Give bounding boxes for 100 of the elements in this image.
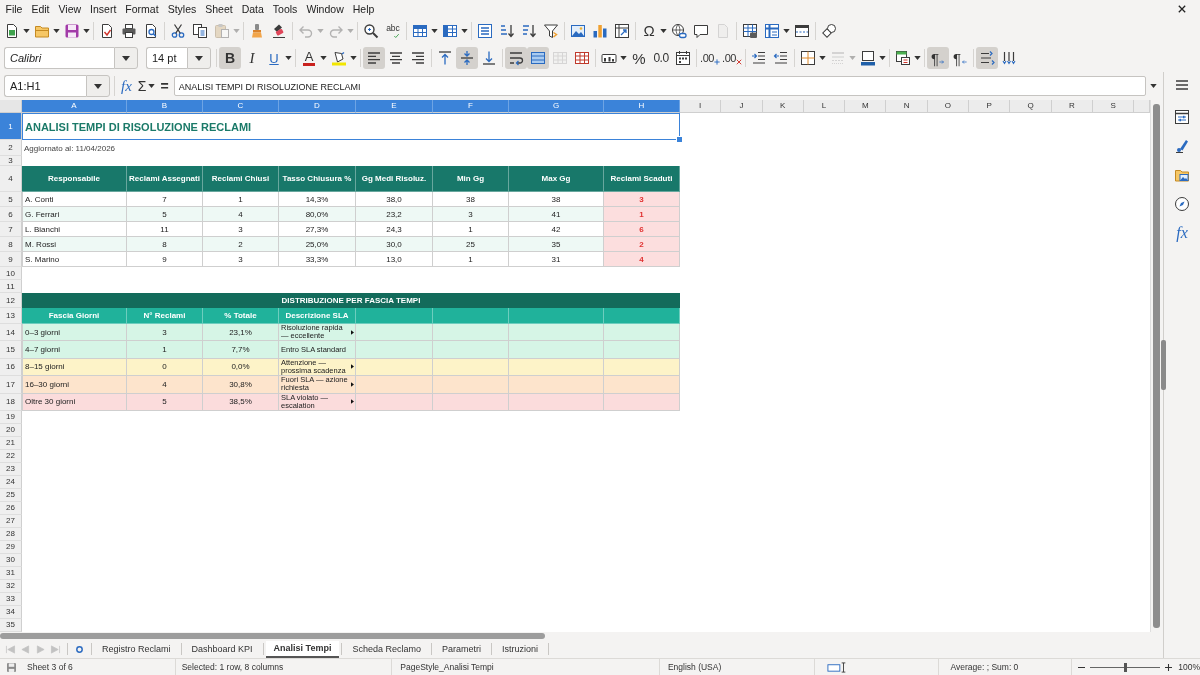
- function-wizard-button[interactable]: fx: [121, 76, 132, 96]
- row-header[interactable]: 12: [0, 293, 22, 308]
- dropdown-arrow-icon[interactable]: [819, 56, 826, 60]
- caret-icon[interactable]: [122, 55, 130, 61]
- dropdown-arrow-icon[interactable]: [879, 56, 886, 60]
- percent-button[interactable]: %: [628, 47, 650, 69]
- dropdown-arrow-icon[interactable]: [320, 56, 327, 60]
- menu-item[interactable]: Styles: [163, 2, 201, 16]
- row-header[interactable]: 11: [0, 280, 22, 293]
- fill-handle-icon[interactable]: [676, 136, 683, 143]
- dropdown-arrow-icon[interactable]: [350, 56, 357, 60]
- row-header[interactable]: 8: [0, 237, 22, 252]
- menu-item[interactable]: Insert: [85, 2, 121, 16]
- dropdown-arrow-icon[interactable]: [148, 84, 156, 88]
- number-button[interactable]: 0.0: [650, 47, 672, 69]
- left-to-right-button[interactable]: ¶: [927, 47, 949, 69]
- folder-image-icon[interactable]: [1174, 167, 1190, 183]
- dropdown-arrow-icon[interactable]: [914, 56, 921, 60]
- column-header[interactable]: K: [762, 100, 804, 113]
- dropdown-arrow-icon[interactable]: [660, 29, 667, 33]
- row-header[interactable]: 7: [0, 222, 22, 237]
- horizontal-scrollbar-thumb[interactable]: [0, 633, 545, 639]
- dropdown-button[interactable]: [86, 75, 110, 97]
- dropdown-arrow-icon[interactable]: [83, 29, 90, 33]
- sheet-tab[interactable]: Parametri: [434, 640, 489, 658]
- sheet-tab[interactable]: Dashboard KPI: [183, 640, 261, 658]
- column-header[interactable]: D: [279, 100, 356, 113]
- functions-button[interactable]: fx: [1176, 225, 1188, 241]
- row-header[interactable]: 4: [0, 166, 22, 192]
- menu-item[interactable]: File: [1, 2, 27, 16]
- save-status-icon[interactable]: [6, 661, 17, 673]
- italic-button[interactable]: I: [241, 47, 263, 69]
- row-header[interactable]: 10: [0, 267, 22, 280]
- scrollbar-thumb[interactable]: [1153, 104, 1160, 628]
- row-header[interactable]: 13: [0, 308, 22, 324]
- menu-item[interactable]: Tools: [268, 2, 302, 16]
- column-header[interactable]: L: [803, 100, 846, 113]
- column-header[interactable]: N: [886, 100, 928, 113]
- row-header[interactable]: 1: [0, 113, 22, 140]
- row-header[interactable]: 15: [0, 341, 22, 359]
- row-header[interactable]: 14: [0, 324, 22, 342]
- row-header[interactable]: 5: [0, 192, 22, 207]
- dropdown-arrow-icon[interactable]: [461, 29, 468, 33]
- formula-button[interactable]: =: [160, 76, 169, 96]
- expand-arrow-icon[interactable]: [1149, 84, 1157, 88]
- font-size-field[interactable]: 14 pt: [146, 47, 187, 69]
- column-header[interactable]: S: [1092, 100, 1135, 113]
- caret-icon[interactable]: [195, 55, 203, 61]
- dropdown-arrow-icon[interactable]: [783, 29, 790, 33]
- column-header[interactable]: H: [604, 100, 680, 113]
- column-header[interactable]: A: [22, 100, 127, 113]
- add-decimal-button[interactable]: .00: [699, 47, 721, 69]
- dropdown-arrow-icon[interactable]: [620, 56, 627, 60]
- caret-icon[interactable]: [94, 83, 102, 89]
- font-name-field[interactable]: Calibri: [4, 47, 114, 69]
- ring-icon[interactable]: [75, 644, 84, 654]
- properties-icon[interactable]: [1174, 109, 1190, 125]
- row-header[interactable]: 17: [0, 376, 22, 394]
- underline-button[interactable]: U: [263, 47, 285, 69]
- row-header[interactable]: 9: [0, 252, 22, 267]
- font-color-button[interactable]: A: [298, 47, 320, 69]
- sheet-tab[interactable]: Analisi Tempi: [265, 640, 340, 658]
- menu-item[interactable]: Edit: [26, 2, 54, 16]
- column-header[interactable]: R: [1051, 100, 1093, 113]
- column-header[interactable]: M: [845, 100, 887, 113]
- zoom-in-icon[interactable]: [1165, 663, 1173, 671]
- menu-icon[interactable]: [1174, 77, 1190, 93]
- column-header[interactable]: E: [356, 100, 433, 113]
- zoom-thumb[interactable]: [1124, 662, 1128, 672]
- dropdown-button[interactable]: [187, 47, 211, 69]
- menu-item[interactable]: Data: [237, 2, 269, 16]
- plus-icon[interactable]: [713, 59, 720, 65]
- column-header[interactable]: I: [680, 100, 722, 113]
- column-header[interactable]: F: [433, 100, 509, 113]
- close-icon[interactable]: [1178, 5, 1186, 13]
- column-header[interactable]: O: [927, 100, 970, 113]
- sidebar-handle[interactable]: [1161, 340, 1166, 390]
- sheet-tab[interactable]: Istruzioni: [494, 640, 546, 658]
- dropdown-button[interactable]: [114, 47, 138, 69]
- column-header[interactable]: C: [203, 100, 279, 113]
- menu-item[interactable]: Sheet: [200, 2, 238, 16]
- row-header[interactable]: 6: [0, 207, 22, 222]
- dropdown-arrow-icon[interactable]: [431, 29, 438, 33]
- check-icon[interactable]: [391, 32, 401, 39]
- delete-decimal-button[interactable]: .00: [721, 47, 743, 69]
- menu-item[interactable]: Format: [120, 2, 164, 16]
- row-header[interactable]: 3: [0, 156, 22, 166]
- brush-icon[interactable]: [1174, 138, 1190, 154]
- menu-item[interactable]: Help: [348, 2, 379, 16]
- formula-input[interactable]: ANALISI TEMPI DI RISOLUZIONE RECLAMI: [173, 76, 1146, 96]
- spelling-button[interactable]: abc: [382, 20, 404, 42]
- special-character-button[interactable]: Ω: [638, 20, 660, 42]
- dropdown-arrow-icon[interactable]: [23, 29, 30, 33]
- column-header[interactable]: Q: [1010, 100, 1052, 113]
- column-header[interactable]: J: [721, 100, 763, 113]
- zoom-level-text[interactable]: 100%: [1178, 662, 1200, 672]
- name-box[interactable]: A1:H1: [4, 75, 86, 97]
- row-header[interactable]: 2: [0, 140, 22, 156]
- dropdown-arrow-icon[interactable]: [285, 56, 292, 60]
- sheet-tab[interactable]: Registro Reclami: [94, 640, 179, 658]
